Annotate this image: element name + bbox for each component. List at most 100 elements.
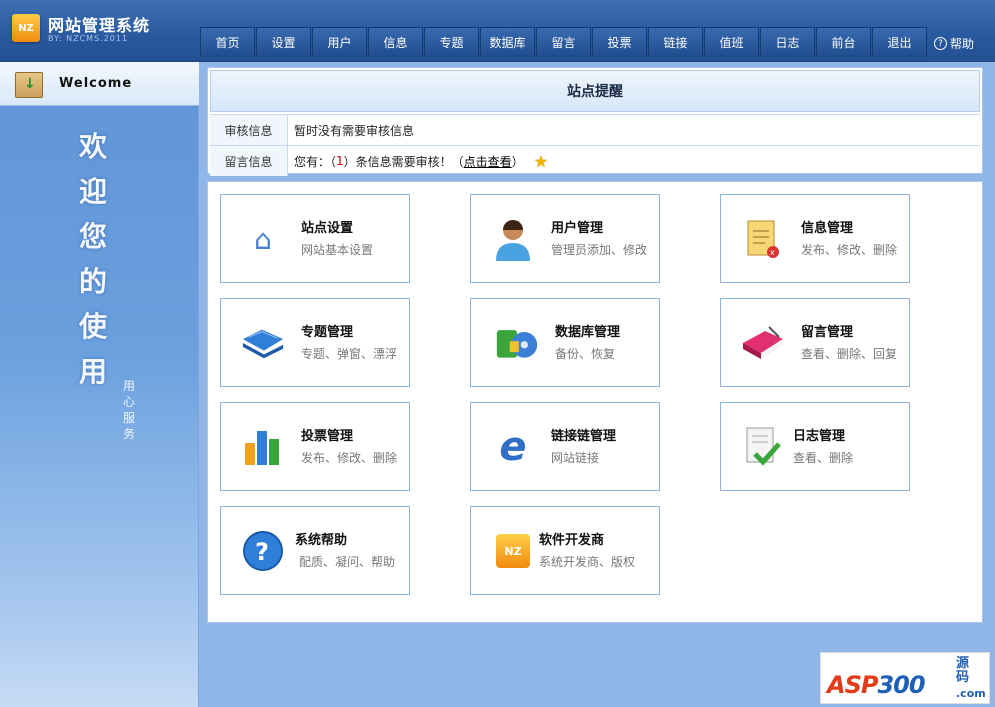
card-desc: 网站基本设置 [301, 243, 374, 257]
watermark-domain: .com [956, 687, 986, 700]
pending-count: 1 [336, 154, 344, 168]
welcome-bar: Welcome [0, 62, 199, 106]
card-title: 系统帮助 [295, 533, 348, 548]
card-title: 站点设置 [301, 221, 354, 236]
welcome-char: 迎 [78, 175, 107, 208]
card-user-management[interactable]: 用户管理 管理员添加、修改 [470, 194, 660, 283]
header-bar: NZ 网站管理系统 BY: NZCMS.2011 首页 设置 用户 信息 专题 … [0, 0, 995, 62]
watermark-sub: 源 码 [956, 657, 969, 685]
welcome-label: Welcome [59, 76, 133, 91]
card-message-management[interactable]: 留言管理 查看、删除、回复 [720, 298, 910, 387]
nz-logo-icon: NZ [491, 529, 535, 573]
modules-panel: ⌂ 站点设置 网站基本设置 用户管理 管理员添加、修改 x 信息管理 发布、修改… [207, 181, 983, 623]
nav-duty[interactable]: 值班 [704, 27, 759, 57]
view-messages-link[interactable]: 点击查看 [464, 153, 512, 170]
card-title: 专题管理 [301, 325, 354, 340]
nav-users[interactable]: 用户 [312, 27, 367, 57]
house-icon: ⌂ [254, 222, 272, 256]
card-desc: 管理员添加、修改 [551, 243, 648, 257]
card-desc: 备份、恢复 [555, 347, 616, 361]
card-title: 用户管理 [551, 221, 604, 236]
welcome-char: 使 [78, 310, 107, 343]
help-circle-icon: ? [241, 529, 285, 573]
service-char: 用 [122, 379, 135, 393]
card-desc: 查看、删除、回复 [801, 347, 898, 361]
folder-icon [241, 321, 285, 365]
card-site-settings[interactable]: ⌂ 站点设置 网站基本设置 [220, 194, 410, 283]
card-developer[interactable]: NZ 软件开发商 系统开发商、版权 [470, 506, 660, 595]
nav-topics[interactable]: 专题 [424, 27, 479, 57]
notice-value: 暂时没有需要审核信息 [294, 123, 415, 138]
watermark-logo: ASP300 源 码 .com [820, 652, 990, 704]
card-title: 投票管理 [301, 429, 354, 444]
book-icon [741, 321, 785, 365]
nav-messages[interactable]: 留言 [536, 27, 591, 57]
browser-icon: e [499, 424, 527, 470]
card-info-management[interactable]: x 信息管理 发布、修改、删除 [720, 194, 910, 283]
site-notice-panel: 站点提醒 审核信息 暂时没有需要审核信息 留言信息 您有：（ 1 ）条信息需要审… [207, 67, 983, 176]
card-topic-management[interactable]: 专题管理 专题、弹窗、漂浮 [220, 298, 410, 387]
card-vote-management[interactable]: 投票管理 发布、修改、删除 [220, 402, 410, 491]
notice-row-review: 审核信息 暂时没有需要审核信息 [210, 114, 980, 145]
card-desc: 网站链接 [551, 451, 600, 465]
top-nav: 首页 设置 用户 信息 专题 数据库 留言 投票 链接 值班 日志 前台 退出 [200, 27, 928, 57]
logo-icon: NZ [12, 14, 40, 42]
watermark-main: ASP [827, 671, 878, 699]
watermark-text: ASP300 [827, 671, 926, 699]
app-subtitle: BY: NZCMS.2011 [48, 34, 129, 43]
card-desc: 发布、修改、删除 [301, 451, 398, 465]
card-title: 留言管理 [801, 325, 854, 340]
card-title: 软件开发商 [539, 533, 605, 548]
welcome-vertical-text: 欢 迎 您 的 使 用 [76, 124, 110, 394]
watermark-num: 300 [877, 671, 925, 699]
nav-links[interactable]: 链接 [648, 27, 703, 57]
sidebar: Welcome 欢 迎 您 的 使 用 用 心 服 务 [0, 62, 199, 707]
nav-frontend[interactable]: 前台 [816, 27, 871, 57]
notice-label: 审核信息 [210, 115, 288, 145]
box-download-icon [15, 72, 43, 98]
watermark-sub-char: 源 [956, 656, 970, 671]
card-desc: 专题、弹窗、漂浮 [301, 347, 398, 361]
notice-row-messages: 留言信息 您有：（ 1 ）条信息需要审核！（ 点击查看 ） ★ [210, 145, 980, 176]
notice-label: 留言信息 [210, 146, 288, 176]
nav-settings[interactable]: 设置 [256, 27, 311, 57]
welcome-char: 您 [78, 220, 107, 253]
welcome-char: 欢 [78, 130, 107, 163]
card-desc: 系统开发商、版权 [539, 555, 636, 569]
card-desc: 查看、删除 [793, 451, 854, 465]
nav-home[interactable]: 首页 [200, 27, 255, 57]
card-desc: 发布、修改、删除 [801, 243, 898, 257]
nav-database[interactable]: 数据库 [480, 27, 535, 57]
watermark-sub-char: 码 [956, 670, 970, 685]
document-icon: x [741, 217, 785, 261]
database-icon [495, 321, 539, 365]
notice-middle: ）条信息需要审核！（ [343, 154, 464, 169]
nav-votes[interactable]: 投票 [592, 27, 647, 57]
card-title: 链接链管理 [551, 429, 617, 444]
card-system-help[interactable]: ? 系统帮助 配质、凝问、帮助 [220, 506, 410, 595]
service-vertical-text: 用 心 服 务 [122, 378, 136, 442]
nav-logs[interactable]: 日志 [760, 27, 815, 57]
help-label: 帮助 [950, 37, 975, 51]
log-check-icon [741, 425, 785, 469]
card-link-management[interactable]: e 链接链管理 网站链接 [470, 402, 660, 491]
help-link[interactable]: ? 帮助 [934, 35, 974, 52]
svg-text:x: x [770, 248, 775, 257]
card-database-management[interactable]: 数据库管理 备份、恢复 [470, 298, 660, 387]
card-log-management[interactable]: 日志管理 查看、删除 [720, 402, 910, 491]
question-icon: ? [934, 37, 947, 50]
svg-text:?: ? [255, 538, 269, 566]
notice-suffix: ） [511, 154, 524, 169]
nav-logout[interactable]: 退出 [872, 27, 927, 57]
service-char: 心 [122, 395, 135, 409]
card-title: 日志管理 [793, 429, 846, 444]
card-title: 数据库管理 [555, 325, 621, 340]
notice-value: 您有：（ 1 ）条信息需要审核！（ 点击查看 ） ★ [288, 146, 548, 176]
user-icon [491, 217, 535, 261]
notice-title: 站点提醒 [210, 70, 980, 112]
welcome-char: 用 [78, 355, 107, 388]
nz-logo-badge: NZ [496, 534, 530, 568]
nav-info[interactable]: 信息 [368, 27, 423, 57]
app-title: 网站管理系统 [48, 16, 151, 35]
card-title: 信息管理 [801, 221, 854, 236]
